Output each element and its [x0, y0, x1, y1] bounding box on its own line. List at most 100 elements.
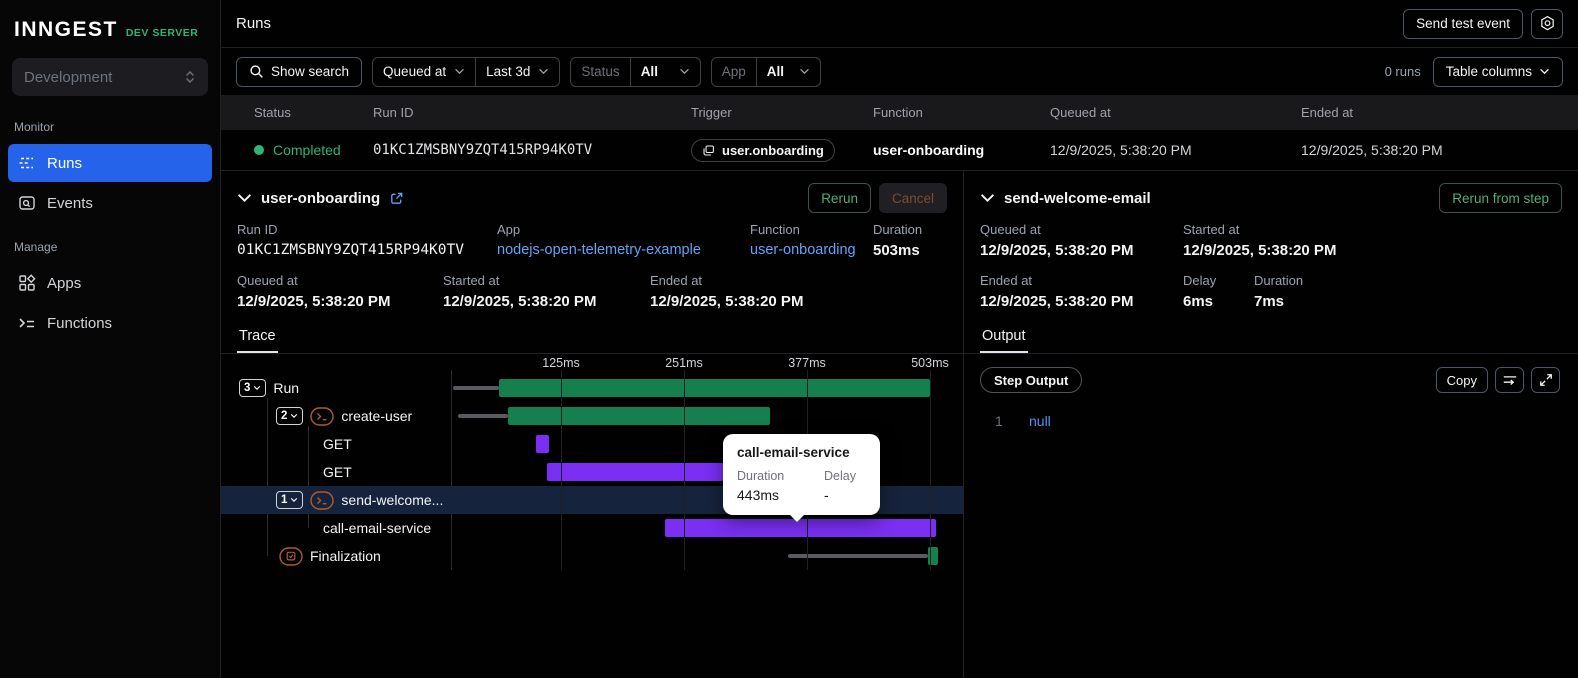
trace-expander-toggle[interactable]: 2 [276, 407, 304, 425]
run-details: user-onboarding Rerun Cancel Run ID 01KC… [221, 170, 1578, 678]
finalization-icon-wrap [279, 546, 303, 566]
sidebar-item-events[interactable]: Events [8, 184, 212, 222]
collapse-chevron-icon[interactable] [237, 193, 252, 203]
trace-bar[interactable] [547, 463, 745, 481]
trace-row-run[interactable]: 3 Run [221, 374, 963, 402]
app-filter-dropdown[interactable]: All [755, 57, 820, 86]
axis-gridline [684, 370, 685, 570]
chevron-down-icon [455, 68, 465, 75]
status-filter-group: Status All [570, 56, 701, 87]
send-test-event-button[interactable]: Send test event [1403, 8, 1523, 39]
function-cell: user-onboarding [873, 142, 985, 158]
chevron-down-icon [254, 386, 261, 390]
main-area: Runs Send test event Show search Queued … [221, 0, 1578, 678]
environment-select[interactable]: Development [12, 58, 208, 96]
axis-tick-label: 503ms [911, 356, 949, 370]
show-search-button[interactable]: Show search [236, 56, 363, 87]
app-window: INNGEST DEV SERVER Development Monitor R… [0, 0, 1578, 678]
trace-row-call-email-service[interactable]: call-email-service [221, 514, 963, 542]
chevron-down-icon [1540, 68, 1549, 75]
chevron-down-icon [679, 68, 689, 75]
step-icon-wrap [310, 406, 335, 426]
column-header-queued-at: Queued at [1050, 105, 1111, 120]
started-at-field: Started at 12/9/2025, 5:38:20 PM [443, 273, 597, 310]
function-field: Function user-onboarding [750, 222, 873, 259]
dev-server-badge: DEV SERVER [125, 27, 199, 39]
rerun-button[interactable]: Rerun [808, 183, 871, 213]
duration-field: Duration 503ms [873, 222, 923, 259]
axis-tick-label: 377ms [788, 356, 826, 370]
function-link[interactable]: user-onboarding [750, 242, 873, 258]
queue-wait-line [788, 554, 929, 558]
output-toolbar: Step Output Copy [964, 354, 1578, 393]
sidebar-item-runs[interactable]: Runs [8, 144, 212, 182]
step-icon-wrap [310, 490, 335, 510]
app-field: App nodejs-open-telemetry-example [497, 222, 750, 259]
ended-at-field: Ended at 12/9/2025, 5:38:20 PM [650, 273, 804, 310]
sidebar-item-functions[interactable]: Functions [8, 304, 212, 342]
trace-bar[interactable] [508, 407, 770, 425]
word-wrap-button[interactable] [1495, 367, 1524, 393]
tooltip-title: call-email-service [737, 445, 850, 460]
trigger-badge[interactable]: user.onboarding [691, 138, 835, 162]
line-number: 1 [995, 413, 1003, 429]
trace-row-name: GET [323, 464, 352, 480]
sidebar-item-label: Events [47, 194, 93, 212]
settings-button[interactable] [1531, 8, 1563, 39]
time-field-dropdown[interactable]: Queued at [373, 58, 475, 86]
time-range-dropdown[interactable]: Last 3d [475, 57, 559, 86]
tab-trace[interactable]: Trace [237, 322, 278, 353]
trace-tooltip: call-email-service Duration 443ms Delay … [723, 434, 880, 522]
sidebar-item-label: Functions [47, 314, 113, 332]
expand-button[interactable] [1531, 367, 1560, 393]
app-link[interactable]: nodejs-open-telemetry-example [497, 242, 750, 258]
external-link-icon[interactable] [389, 191, 404, 206]
expand-icon [1539, 374, 1552, 386]
table-row[interactable]: Completed 01KC1ZMSBNY9ZQT415RP94K0TV use… [221, 130, 1578, 170]
output-code: 1 null [964, 393, 1578, 429]
step-panel: send-welcome-email Rerun from step Queue… [963, 171, 1578, 678]
app-filter-group: App All [710, 56, 821, 87]
trace-tabbar: Trace [221, 322, 963, 354]
environment-select-label: Development [24, 68, 113, 86]
step-run-icon [310, 490, 335, 510]
status-dot-icon [254, 145, 264, 155]
cancel-button[interactable]: Cancel [878, 183, 947, 213]
trace-row-create-user[interactable]: 2 create-user [221, 402, 963, 430]
rerun-from-step-button[interactable]: Rerun from step [1439, 183, 1562, 213]
chevron-down-icon [799, 68, 809, 75]
queue-wait-line [452, 386, 499, 390]
axis-gridline [561, 370, 563, 570]
trigger-cell: user.onboarding [691, 138, 873, 162]
ended-at-cell: 12/9/2025, 5:38:20 PM [1301, 142, 1443, 158]
event-icon [703, 145, 714, 155]
step-started-field: Started at 12/9/2025, 5:38:20 PM [1183, 222, 1337, 259]
sidebar-item-label: Apps [47, 274, 82, 292]
table-columns-button[interactable]: Table columns [1432, 56, 1563, 87]
trace-row-name: call-email-service [323, 520, 432, 536]
trace-bar[interactable] [535, 435, 550, 453]
trace-expander-toggle[interactable]: 3 [239, 379, 267, 397]
trace-row-finalization[interactable]: Finalization [221, 542, 963, 570]
trace-expander-toggle[interactable]: 1 [276, 491, 304, 509]
chevron-down-icon [291, 498, 298, 502]
collapse-chevron-icon[interactable] [980, 193, 995, 203]
queue-wait-line [457, 414, 509, 418]
step-output-chip[interactable]: Step Output [980, 367, 1083, 393]
app-filter-label: App [721, 64, 746, 79]
filter-bar: Show search Queued at Last 3d Status All [221, 48, 1578, 95]
finalization-icon [279, 546, 303, 566]
topbar: Runs Send test event [221, 0, 1578, 48]
step-delay-field: Delay 6ms [1183, 273, 1217, 310]
tab-output[interactable]: Output [980, 322, 1028, 353]
trace-bar[interactable] [498, 379, 930, 397]
word-wrap-icon [1503, 376, 1516, 385]
copy-button[interactable]: Copy [1435, 367, 1488, 393]
step-title: send-welcome-email [1004, 189, 1151, 207]
sidebar-item-apps[interactable]: Apps [8, 264, 212, 302]
output-value: null [1029, 413, 1051, 429]
chevron-up-down-icon [186, 71, 194, 83]
status-filter-dropdown[interactable]: All [629, 57, 700, 86]
column-header-ended-at: Ended at [1301, 105, 1354, 120]
column-header-status: Status [254, 105, 291, 120]
